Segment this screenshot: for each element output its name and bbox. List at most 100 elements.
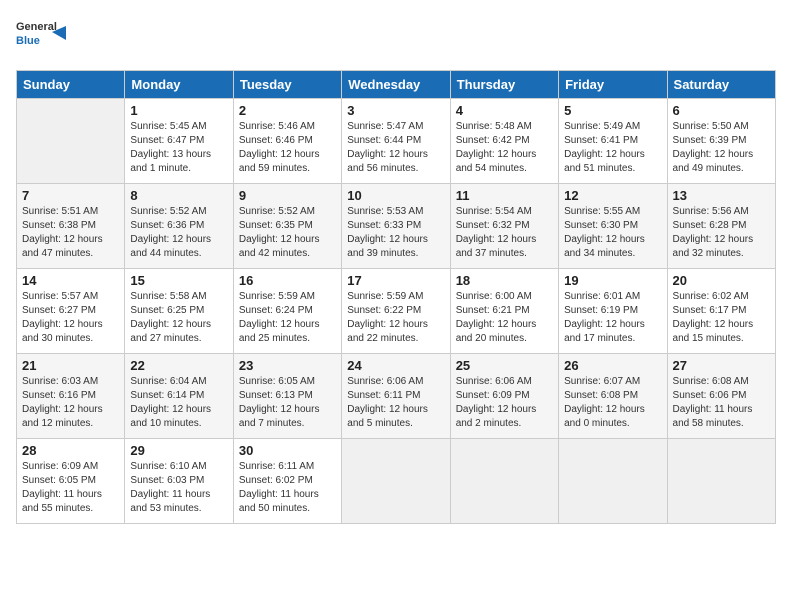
- calendar-cell: 29 Sunrise: 6:10 AMSunset: 6:03 PMDayligh…: [125, 439, 233, 524]
- calendar-cell: [342, 439, 450, 524]
- calendar-cell: 5 Sunrise: 5:49 AMSunset: 6:41 PMDaylight…: [559, 99, 667, 184]
- day-info: Sunrise: 5:57 AMSunset: 6:27 PMDaylight:…: [22, 290, 119, 346]
- calendar-cell: 17 Sunrise: 5:59 AMSunset: 6:22 PMDayligh…: [342, 269, 450, 354]
- calendar-cell: 2 Sunrise: 5:46 AMSunset: 6:46 PMDaylight…: [233, 99, 341, 184]
- column-header-tuesday: Tuesday: [233, 71, 341, 99]
- day-number: 12: [564, 188, 661, 203]
- calendar-cell: 19Sunrise: 6:01 AMSunset: 6:19 PMDayligh…: [559, 269, 667, 354]
- day-info: Sunrise: 5:59 AMSunset: 6:24 PMDaylight:…: [239, 290, 336, 346]
- calendar-cell: 15Sunrise: 5:58 AMSunset: 6:25 PMDayligh…: [125, 269, 233, 354]
- calendar-week-row: 14 Sunrise: 5:57 AMSunset: 6:27 PMDayligh…: [17, 269, 776, 354]
- calendar-cell: 10Sunrise: 5:53 AMSunset: 6:33 PMDayligh…: [342, 184, 450, 269]
- day-info: Sunrise: 6:07 AMSunset: 6:08 PMDaylight:…: [564, 375, 661, 431]
- day-info: Sunrise: 6:11 AMSunset: 6:02 PMDaylight:…: [239, 460, 336, 516]
- day-number: 1: [130, 103, 227, 118]
- calendar-week-row: 1Sunrise: 5:45 AMSunset: 6:47 PMDaylight…: [17, 99, 776, 184]
- day-number: 2: [239, 103, 336, 118]
- day-info: Sunrise: 5:59 AMSunset: 6:22 PMDaylight:…: [347, 290, 444, 346]
- day-number: 14: [22, 273, 119, 288]
- day-info: Sunrise: 5:51 AMSunset: 6:38 PMDaylight:…: [22, 205, 119, 261]
- calendar-week-row: 7 Sunrise: 5:51 AMSunset: 6:38 PMDaylight…: [17, 184, 776, 269]
- calendar-cell: 16 Sunrise: 5:59 AMSunset: 6:24 PMDayligh…: [233, 269, 341, 354]
- calendar-cell: 27Sunrise: 6:08 AMSunset: 6:06 PMDayligh…: [667, 354, 775, 439]
- column-header-monday: Monday: [125, 71, 233, 99]
- day-info: Sunrise: 6:05 AMSunset: 6:13 PMDaylight:…: [239, 375, 336, 431]
- calendar-cell: 20Sunrise: 6:02 AMSunset: 6:17 PMDayligh…: [667, 269, 775, 354]
- day-number: 17: [347, 273, 444, 288]
- calendar-cell: 8 Sunrise: 5:52 AMSunset: 6:36 PMDaylight…: [125, 184, 233, 269]
- calendar-cell: 14 Sunrise: 5:57 AMSunset: 6:27 PMDayligh…: [17, 269, 125, 354]
- calendar-cell: 23 Sunrise: 6:05 AMSunset: 6:13 PMDayligh…: [233, 354, 341, 439]
- day-number: 13: [673, 188, 770, 203]
- day-number: 8: [130, 188, 227, 203]
- day-number: 6: [673, 103, 770, 118]
- calendar-cell: [559, 439, 667, 524]
- calendar-week-row: 21 Sunrise: 6:03 AMSunset: 6:16 PMDayligh…: [17, 354, 776, 439]
- day-number: 19: [564, 273, 661, 288]
- calendar-cell: 12 Sunrise: 5:55 AMSunset: 6:30 PMDayligh…: [559, 184, 667, 269]
- calendar-cell: 24 Sunrise: 6:06 AMSunset: 6:11 PMDayligh…: [342, 354, 450, 439]
- day-info: Sunrise: 5:54 AMSunset: 6:32 PMDaylight:…: [456, 205, 553, 261]
- day-number: 23: [239, 358, 336, 373]
- day-info: Sunrise: 6:00 AMSunset: 6:21 PMDaylight:…: [456, 290, 553, 346]
- calendar-cell: 28 Sunrise: 6:09 AMSunset: 6:05 PMDayligh…: [17, 439, 125, 524]
- calendar-cell: 1Sunrise: 5:45 AMSunset: 6:47 PMDaylight…: [125, 99, 233, 184]
- calendar-cell: 4 Sunrise: 5:48 AMSunset: 6:42 PMDaylight…: [450, 99, 558, 184]
- calendar-cell: 7 Sunrise: 5:51 AMSunset: 6:38 PMDaylight…: [17, 184, 125, 269]
- day-number: 26: [564, 358, 661, 373]
- day-number: 16: [239, 273, 336, 288]
- day-number: 5: [564, 103, 661, 118]
- calendar-cell: 25 Sunrise: 6:06 AMSunset: 6:09 PMDayligh…: [450, 354, 558, 439]
- day-number: 30: [239, 443, 336, 458]
- day-number: 9: [239, 188, 336, 203]
- day-number: 10: [347, 188, 444, 203]
- day-info: Sunrise: 5:48 AMSunset: 6:42 PMDaylight:…: [456, 120, 553, 176]
- day-info: Sunrise: 5:49 AMSunset: 6:41 PMDaylight:…: [564, 120, 661, 176]
- day-number: 15: [130, 273, 227, 288]
- logo-svg: General Blue: [16, 16, 66, 58]
- calendar-cell: 13 Sunrise: 5:56 AMSunset: 6:28 PMDayligh…: [667, 184, 775, 269]
- day-info: Sunrise: 5:55 AMSunset: 6:30 PMDaylight:…: [564, 205, 661, 261]
- calendar-body: 1Sunrise: 5:45 AMSunset: 6:47 PMDaylight…: [17, 99, 776, 524]
- day-info: Sunrise: 5:46 AMSunset: 6:46 PMDaylight:…: [239, 120, 336, 176]
- day-number: 7: [22, 188, 119, 203]
- calendar-table: SundayMondayTuesdayWednesdayThursdayFrid…: [16, 70, 776, 524]
- day-number: 4: [456, 103, 553, 118]
- column-header-friday: Friday: [559, 71, 667, 99]
- day-info: Sunrise: 6:02 AMSunset: 6:17 PMDaylight:…: [673, 290, 770, 346]
- calendar-cell: 30 Sunrise: 6:11 AMSunset: 6:02 PMDayligh…: [233, 439, 341, 524]
- calendar-cell: [667, 439, 775, 524]
- day-number: 22: [130, 358, 227, 373]
- calendar-cell: 21 Sunrise: 6:03 AMSunset: 6:16 PMDayligh…: [17, 354, 125, 439]
- day-info: Sunrise: 6:06 AMSunset: 6:09 PMDaylight:…: [456, 375, 553, 431]
- day-number: 25: [456, 358, 553, 373]
- calendar-week-row: 28 Sunrise: 6:09 AMSunset: 6:05 PMDayligh…: [17, 439, 776, 524]
- column-header-thursday: Thursday: [450, 71, 558, 99]
- day-number: 3: [347, 103, 444, 118]
- day-info: Sunrise: 6:03 AMSunset: 6:16 PMDaylight:…: [22, 375, 119, 431]
- column-header-saturday: Saturday: [667, 71, 775, 99]
- day-info: Sunrise: 5:52 AMSunset: 6:35 PMDaylight:…: [239, 205, 336, 261]
- svg-text:Blue: Blue: [16, 35, 40, 47]
- calendar-cell: [17, 99, 125, 184]
- calendar-header-row: SundayMondayTuesdayWednesdayThursdayFrid…: [17, 71, 776, 99]
- calendar-cell: [450, 439, 558, 524]
- day-info: Sunrise: 5:50 AMSunset: 6:39 PMDaylight:…: [673, 120, 770, 176]
- day-number: 24: [347, 358, 444, 373]
- day-info: Sunrise: 6:10 AMSunset: 6:03 PMDaylight:…: [130, 460, 227, 516]
- day-info: Sunrise: 5:56 AMSunset: 6:28 PMDaylight:…: [673, 205, 770, 261]
- day-info: Sunrise: 6:09 AMSunset: 6:05 PMDaylight:…: [22, 460, 119, 516]
- logo: General Blue: [16, 16, 66, 58]
- calendar-cell: 3Sunrise: 5:47 AMSunset: 6:44 PMDaylight…: [342, 99, 450, 184]
- calendar-cell: 6 Sunrise: 5:50 AMSunset: 6:39 PMDaylight…: [667, 99, 775, 184]
- column-header-sunday: Sunday: [17, 71, 125, 99]
- day-info: Sunrise: 5:52 AMSunset: 6:36 PMDaylight:…: [130, 205, 227, 261]
- page-header: General Blue: [16, 16, 776, 58]
- day-info: Sunrise: 6:08 AMSunset: 6:06 PMDaylight:…: [673, 375, 770, 431]
- day-number: 21: [22, 358, 119, 373]
- day-info: Sunrise: 6:06 AMSunset: 6:11 PMDaylight:…: [347, 375, 444, 431]
- day-number: 29: [130, 443, 227, 458]
- day-number: 28: [22, 443, 119, 458]
- day-number: 18: [456, 273, 553, 288]
- calendar-cell: 11Sunrise: 5:54 AMSunset: 6:32 PMDayligh…: [450, 184, 558, 269]
